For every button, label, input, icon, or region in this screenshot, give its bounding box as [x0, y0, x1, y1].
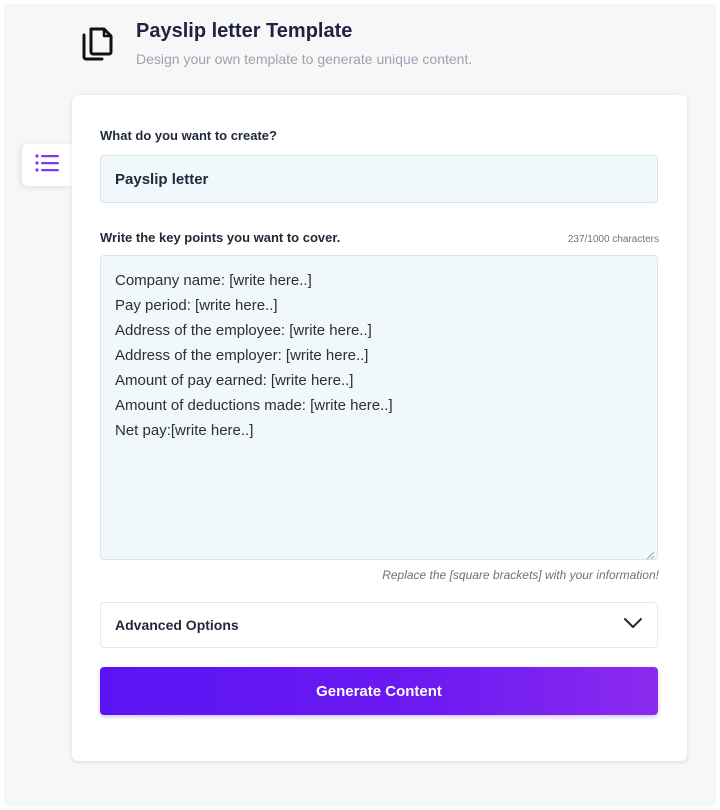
resize-handle-icon[interactable] — [645, 547, 655, 560]
advanced-options-toggle[interactable]: Advanced Options — [100, 602, 658, 648]
keypoint-line: Address of the employee: [write here..] — [115, 322, 372, 339]
advanced-options-label: Advanced Options — [115, 617, 239, 633]
keypoints-textarea[interactable]: Company name: [write here..] Pay period:… — [100, 255, 658, 560]
chevron-down-icon — [623, 616, 643, 634]
sidebar-toggle-button[interactable] — [22, 144, 72, 186]
page-header: Payslip letter Template Design your own … — [80, 20, 680, 72]
create-label: What do you want to create? — [100, 128, 277, 143]
keypoint-line: Address of the employer: [write here..] — [115, 347, 369, 364]
keypoint-line: Company name: [write here..] — [115, 272, 312, 289]
keypoint-line: Amount of pay earned: [write here..] — [115, 372, 354, 389]
copy-document-icon — [80, 26, 114, 62]
create-input[interactable] — [100, 155, 658, 203]
brackets-hint: Replace the [square brackets] with your … — [382, 568, 659, 582]
keypoint-line: Net pay:[write here..] — [115, 422, 254, 439]
generate-content-button[interactable]: Generate Content — [100, 667, 658, 715]
page-title: Payslip letter Template — [136, 20, 353, 42]
list-menu-icon — [34, 153, 60, 178]
keypoints-label: Write the key points you want to cover. — [100, 230, 341, 245]
keypoint-line: Pay period: [write here..] — [115, 297, 278, 314]
character-count: 237/1000 characters — [567, 234, 659, 245]
keypoint-line: Amount of deductions made: [write here..… — [115, 397, 393, 414]
page-subtitle: Design your own template to generate uni… — [136, 51, 473, 67]
template-form-card: What do you want to create? Write the ke… — [72, 95, 687, 761]
